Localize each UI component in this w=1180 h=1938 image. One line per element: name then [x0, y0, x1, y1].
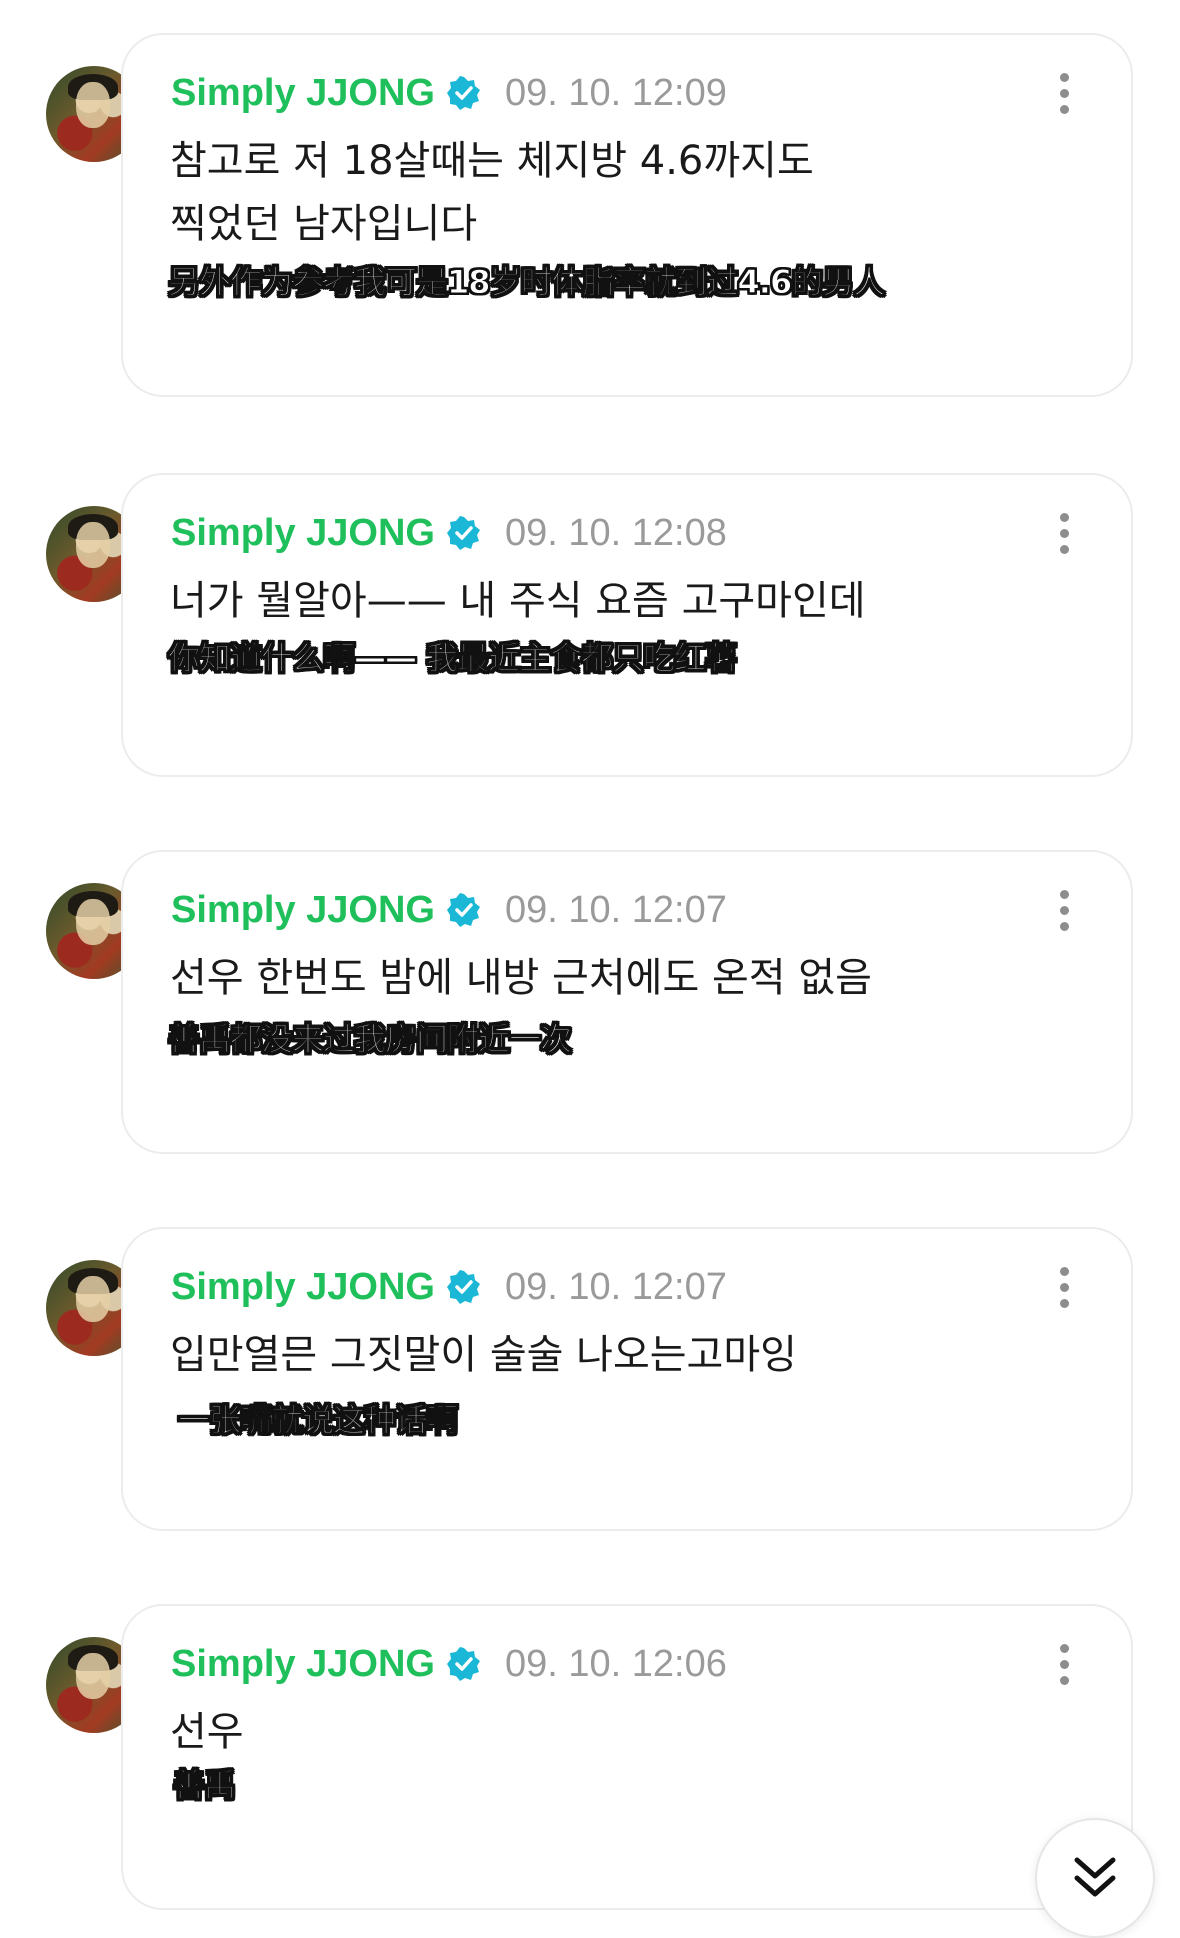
comment-text-line: 참고로 저 18살때는 체지방 4.6까지도 — [170, 138, 814, 184]
comment-timestamp: 09. 10. 12:06 — [504, 1642, 727, 1685]
comment-text-line: 선우 — [170, 1709, 244, 1755]
translation-subtitle: 你知道什么啊—— 我最近主食都只吃红薯 — [167, 639, 737, 678]
translation-subtitle: 善禹 — [172, 1766, 236, 1805]
more-options-icon[interactable] — [1059, 1644, 1069, 1686]
comment-text-line: 너가 뭘알아—— 내 주식 요즘 고구마인데 — [170, 578, 866, 624]
author-name[interactable]: Simply JJONG — [171, 72, 435, 115]
comment-feed: Simply JJONG 09. 10. 12:09 참고로 저 18살때는 체… — [0, 0, 1180, 1938]
comment-header: Simply JJONG 09. 10. 12:08 — [171, 509, 727, 557]
comment-timestamp: 09. 10. 12:08 — [504, 511, 727, 554]
comment-card: Simply JJONG 09. 10. 12:07 선우 한번도 밤에 내방 … — [121, 850, 1133, 1154]
comment-text-line: 선우 한번도 밤에 내방 근처에도 온적 없음 — [170, 955, 872, 1001]
verified-badge-icon — [446, 516, 481, 550]
verified-badge-icon — [446, 1647, 481, 1681]
comment-text-line: 찍었던 남자입니다 — [170, 201, 478, 247]
author-name[interactable]: Simply JJONG — [171, 1643, 435, 1686]
translation-subtitle: 另外作为参考我可是18岁时体脂率就到过4.6的男人 — [167, 263, 885, 302]
comment-timestamp: 09. 10. 12:07 — [504, 1265, 727, 1308]
double-chevron-down-icon — [1074, 1857, 1116, 1897]
author-name[interactable]: Simply JJONG — [171, 1266, 435, 1309]
author-name[interactable]: Simply JJONG — [171, 889, 435, 932]
verified-badge-icon — [446, 76, 481, 110]
comment-card: Simply JJONG 09. 10. 12:08 너가 뭘알아—— 내 주식… — [121, 473, 1133, 777]
comment-timestamp: 09. 10. 12:09 — [504, 71, 727, 114]
more-options-icon[interactable] — [1059, 513, 1069, 555]
more-options-icon[interactable] — [1059, 890, 1069, 932]
comment-text-line: 입만열믄 그짓말이 술술 나오는고마잉 — [170, 1332, 797, 1378]
comment-header: Simply JJONG 09. 10. 12:07 — [171, 886, 727, 934]
comment-card: Simply JJONG 09. 10. 12:09 참고로 저 18살때는 체… — [121, 33, 1133, 397]
verified-badge-icon — [446, 893, 481, 927]
author-name[interactable]: Simply JJONG — [171, 512, 435, 555]
comment-header: Simply JJONG 09. 10. 12:09 — [171, 69, 727, 117]
comment-header: Simply JJONG 09. 10. 12:07 — [171, 1263, 727, 1311]
translation-subtitle: 一张嘴就说这种话啊 — [177, 1401, 458, 1440]
more-options-icon[interactable] — [1059, 73, 1069, 115]
comment-card: Simply JJONG 09. 10. 12:07 입만열믄 그짓말이 술술 … — [121, 1227, 1133, 1531]
translation-subtitle: 善禹都没来过我房间附近一次 — [167, 1020, 572, 1059]
comment-header: Simply JJONG 09. 10. 12:06 — [171, 1640, 727, 1688]
more-options-icon[interactable] — [1059, 1267, 1069, 1309]
comment-timestamp: 09. 10. 12:07 — [504, 888, 727, 931]
scroll-to-bottom-button[interactable] — [1035, 1818, 1155, 1938]
verified-badge-icon — [446, 1270, 481, 1304]
comment-card: Simply JJONG 09. 10. 12:06 선우 善禹 — [121, 1604, 1133, 1910]
